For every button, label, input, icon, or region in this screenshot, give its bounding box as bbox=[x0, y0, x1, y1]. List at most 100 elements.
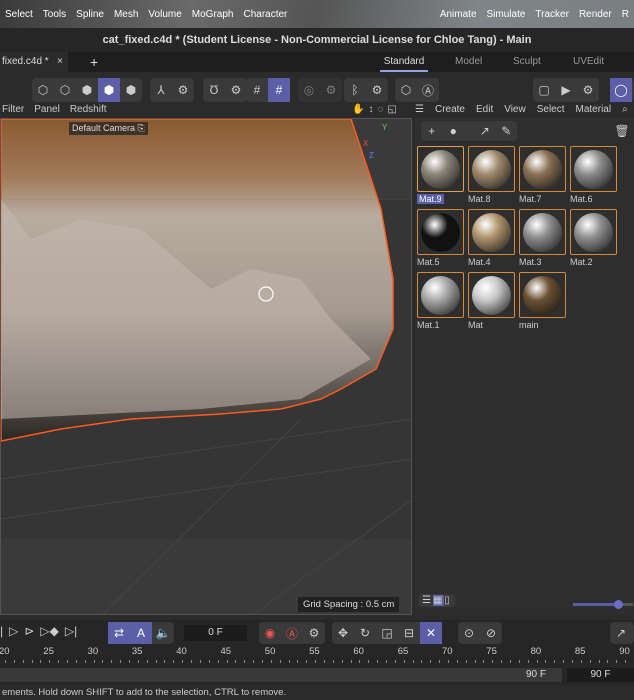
next-frame-icon[interactable]: ⊳ bbox=[24, 624, 34, 638]
material-thumbnail[interactable] bbox=[519, 272, 566, 318]
material-thumbnail[interactable] bbox=[519, 146, 566, 192]
record-key-icon[interactable]: ◉ bbox=[259, 622, 281, 644]
menu-animate[interactable]: Animate bbox=[435, 9, 482, 20]
fcurve-icon[interactable]: ↗ bbox=[610, 622, 632, 644]
max-frame-field[interactable]: 90 F bbox=[567, 668, 634, 682]
eyedropper-icon[interactable]: ✎ bbox=[496, 121, 518, 141]
camera-label[interactable]: Default Camera ⎘ bbox=[69, 122, 148, 135]
parameter-key-icon[interactable]: ⊟ bbox=[398, 622, 420, 644]
key-settings-icon[interactable]: ⚙ bbox=[303, 622, 325, 644]
layout-standard[interactable]: Standard bbox=[380, 52, 428, 72]
search-icon[interactable]: ⌕ bbox=[622, 104, 628, 118]
next-key-icon[interactable]: ▷◆ bbox=[40, 624, 58, 638]
viewport[interactable]: Default Camera ⎘ Y X Z Grid Spacing : 0.… bbox=[0, 118, 412, 615]
hamburger-icon[interactable]: ☰ bbox=[415, 104, 424, 118]
mouse-record-icon[interactable]: ⊙ bbox=[458, 622, 480, 644]
menu-character[interactable]: Character bbox=[238, 9, 292, 20]
render-view-icon[interactable]: ▶ bbox=[555, 78, 577, 102]
scale-key-icon[interactable]: ◲ bbox=[376, 622, 398, 644]
menu-more[interactable]: R bbox=[617, 9, 634, 20]
motion-blend-icon[interactable]: ⊘ bbox=[480, 622, 502, 644]
material-menu-select[interactable]: Select bbox=[537, 104, 565, 118]
menu-simulate[interactable]: Simulate bbox=[482, 9, 531, 20]
view-nav-icons[interactable]: ✋↕◌◱ bbox=[352, 104, 401, 115]
document-tab[interactable]: fixed.c4d * × bbox=[0, 52, 68, 72]
autokey-icon[interactable]: Ⓐ bbox=[281, 622, 303, 644]
gear-icon[interactable]: ⚙ bbox=[225, 78, 247, 102]
material-thumbnail[interactable] bbox=[417, 209, 464, 255]
grid-lock-icon[interactable]: # bbox=[268, 78, 290, 102]
material-thumbnail[interactable] bbox=[468, 209, 515, 255]
ruler-tick bbox=[67, 660, 69, 663]
magnet-icon[interactable]: Ʊ bbox=[203, 78, 225, 102]
time-ruler[interactable]: 20 25 30 35 40 45 50 55 60 65 70 75 80 85 90 bbox=[0, 646, 634, 668]
range-bar[interactable]: 90 F bbox=[0, 668, 562, 682]
material-thumbnail[interactable] bbox=[468, 272, 515, 318]
texture-mode-icon[interactable]: ⬢ bbox=[120, 78, 142, 102]
locked-workplane-icon[interactable]: Ⓐ bbox=[417, 78, 439, 102]
soft-selection-icon[interactable]: ◎ bbox=[298, 78, 320, 102]
view-mode-buttons[interactable]: ☰▦▯ bbox=[419, 594, 455, 607]
ruler-tick-label: 20 bbox=[0, 646, 10, 657]
symmetry-icon[interactable]: ᛒ bbox=[344, 78, 366, 102]
render-settings-icon[interactable]: ⚙ bbox=[577, 78, 599, 102]
menu-render[interactable]: Render bbox=[574, 9, 617, 20]
arrow-icon[interactable]: ↗ bbox=[474, 121, 496, 141]
viewport-menu-filter[interactable]: Filter bbox=[2, 104, 24, 118]
material-menu-create[interactable]: Create bbox=[435, 104, 465, 118]
pause-icon[interactable]: | bbox=[0, 624, 3, 638]
zoom-slider[interactable] bbox=[573, 600, 633, 609]
material-menu-material[interactable]: Material bbox=[576, 104, 612, 118]
menu-tracker[interactable]: Tracker bbox=[530, 9, 574, 20]
play-icon[interactable]: ▷ bbox=[9, 624, 18, 638]
polygons-mode-icon[interactable]: ⬢ bbox=[76, 78, 98, 102]
grid-icon[interactable]: # bbox=[246, 78, 268, 102]
menu-tools[interactable]: Tools bbox=[38, 9, 71, 20]
menu-mesh[interactable]: Mesh bbox=[109, 9, 143, 20]
material-thumbnail[interactable] bbox=[519, 209, 566, 255]
material-menu-view[interactable]: View bbox=[504, 104, 526, 118]
animation-mode-icon[interactable]: A bbox=[130, 622, 152, 644]
gear-icon[interactable]: ⚙ bbox=[320, 78, 342, 102]
layout-model[interactable]: Model bbox=[455, 52, 482, 72]
menu-spline[interactable]: Spline bbox=[71, 9, 109, 20]
menu-select[interactable]: Select bbox=[0, 9, 38, 20]
material-thumbnail[interactable] bbox=[417, 146, 464, 192]
workplane-icon[interactable]: ⬡ bbox=[395, 78, 417, 102]
sound-icon[interactable]: 🔈 bbox=[152, 622, 174, 644]
add-tab-button[interactable]: + bbox=[90, 52, 98, 72]
material-thumbnail[interactable] bbox=[417, 272, 464, 318]
material-thumbnail[interactable] bbox=[570, 146, 617, 192]
menu-volume[interactable]: Volume bbox=[143, 9, 186, 20]
axis-icon[interactable]: ⅄ bbox=[150, 78, 172, 102]
material-thumbnail[interactable] bbox=[468, 146, 515, 192]
gear-icon[interactable]: ⚙ bbox=[366, 78, 388, 102]
gear-icon[interactable]: ⚙ bbox=[172, 78, 194, 102]
ruler-tick bbox=[589, 660, 591, 663]
menu-mograph[interactable]: MoGraph bbox=[187, 9, 239, 20]
edges-mode-icon[interactable]: ⬡ bbox=[54, 78, 76, 102]
layout-sculpt[interactable]: Sculpt bbox=[513, 52, 541, 72]
add-icon[interactable]: + bbox=[421, 121, 443, 141]
material-thumbnail[interactable] bbox=[570, 209, 617, 255]
playback-controls: | ▷ ⊳ ▷◆ ▷| bbox=[0, 624, 77, 638]
viewport-menu-redshift[interactable]: Redshift bbox=[70, 104, 107, 118]
loop-icon[interactable]: ⇄ bbox=[108, 622, 130, 644]
position-key-icon[interactable]: ✥ bbox=[332, 622, 354, 644]
material-tools: + ● ↗ ✎ bbox=[421, 121, 517, 141]
trash-icon[interactable]: 🗑 bbox=[611, 121, 633, 141]
current-frame-field[interactable]: 0 F bbox=[184, 625, 247, 641]
pla-key-icon[interactable]: ✕ bbox=[420, 622, 442, 644]
ruler-tick bbox=[84, 660, 86, 663]
model-mode-icon[interactable]: ⬢ bbox=[98, 78, 120, 102]
material-sphere-icon[interactable]: ● bbox=[443, 121, 465, 141]
rotation-key-icon[interactable]: ↻ bbox=[354, 622, 376, 644]
render-region-icon[interactable]: ▢ bbox=[533, 78, 555, 102]
close-icon[interactable]: × bbox=[57, 52, 63, 72]
material-menu-edit[interactable]: Edit bbox=[476, 104, 493, 118]
viewport-menu-panel[interactable]: Panel bbox=[34, 104, 60, 118]
points-mode-icon[interactable]: ⬡ bbox=[32, 78, 54, 102]
picture-viewer-icon[interactable]: ◯ bbox=[610, 78, 632, 102]
goto-end-icon[interactable]: ▷| bbox=[65, 624, 77, 638]
layout-uvedit[interactable]: UVEdit bbox=[573, 52, 604, 72]
